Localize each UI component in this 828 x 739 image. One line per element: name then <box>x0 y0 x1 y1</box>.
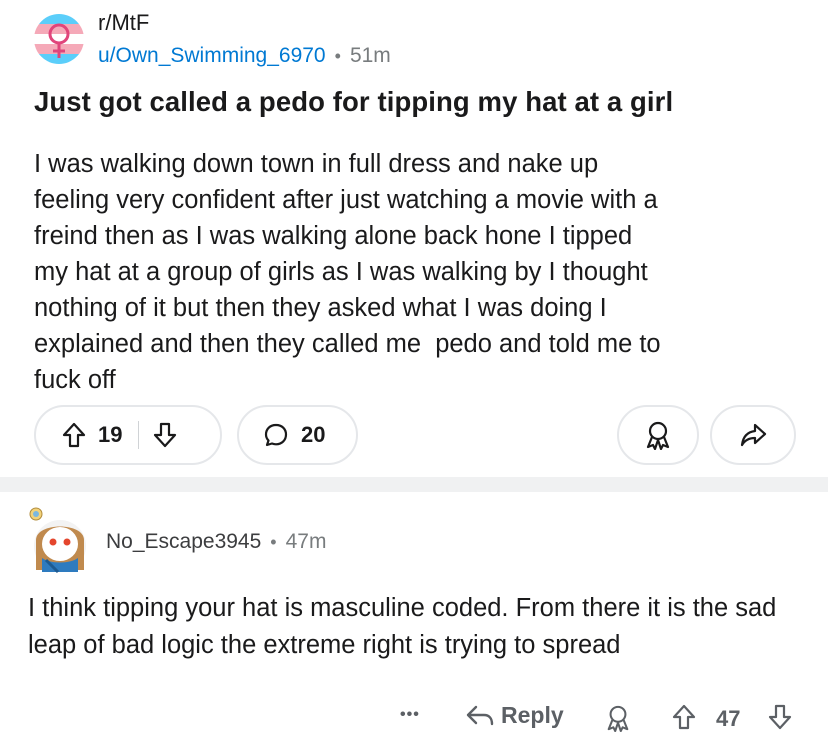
comment-meta-separator: • <box>270 531 277 552</box>
upvote-icon[interactable] <box>62 422 86 448</box>
comment-vote-count: 47 <box>716 706 741 731</box>
reply-arrow-icon <box>465 703 495 729</box>
reply-label: Reply <box>501 702 564 728</box>
comment-icon <box>263 422 289 448</box>
vote-pill: 19 <box>34 405 222 465</box>
comment-downvote-icon[interactable] <box>768 704 792 730</box>
comment-time: 47m <box>285 530 327 553</box>
comment-actions: ••• Reply 47 <box>0 702 828 738</box>
award-ribbon-icon <box>644 420 672 450</box>
post-title[interactable]: Just got called a pedo for tipping my ha… <box>34 86 673 118</box>
post-meta: u/Own_Swimming_6970 • 51m <box>98 44 391 68</box>
comment-meta: No_Escape3945 • 47m <box>106 530 326 554</box>
reply-button[interactable]: Reply <box>465 702 564 729</box>
comment-upvote-icon[interactable] <box>672 704 696 730</box>
post-body: I was walking down town in full dress an… <box>34 150 661 394</box>
post: r/MtF u/Own_Swimming_6970 • 51m Just got… <box>0 0 828 477</box>
comment-count: 20 <box>301 422 326 447</box>
post-time: 51m <box>349 44 391 67</box>
vote-separator <box>138 421 140 449</box>
comment: No_Escape3945 • 47m I think tipping your… <box>0 492 828 739</box>
comments-button[interactable]: 20 <box>237 405 358 465</box>
more-options-button[interactable]: ••• <box>400 706 420 724</box>
post-author[interactable]: u/Own_Swimming_6970 <box>98 44 326 68</box>
award-button[interactable] <box>617 405 699 465</box>
commenter-avatar[interactable] <box>24 500 90 580</box>
share-arrow-icon <box>739 422 767 448</box>
downvote-icon[interactable] <box>153 422 177 448</box>
subreddit-name[interactable]: r/MtF <box>98 10 149 36</box>
share-button[interactable] <box>710 405 796 465</box>
section-divider <box>0 477 828 492</box>
comment-author[interactable]: No_Escape3945 <box>106 530 261 554</box>
meta-separator: • <box>334 45 341 66</box>
upvote-count: 19 <box>98 422 123 447</box>
comment-award-icon[interactable] <box>605 704 631 732</box>
subreddit-icon[interactable] <box>34 14 84 64</box>
comment-text: I think tipping your hat is masculine co… <box>28 594 777 659</box>
